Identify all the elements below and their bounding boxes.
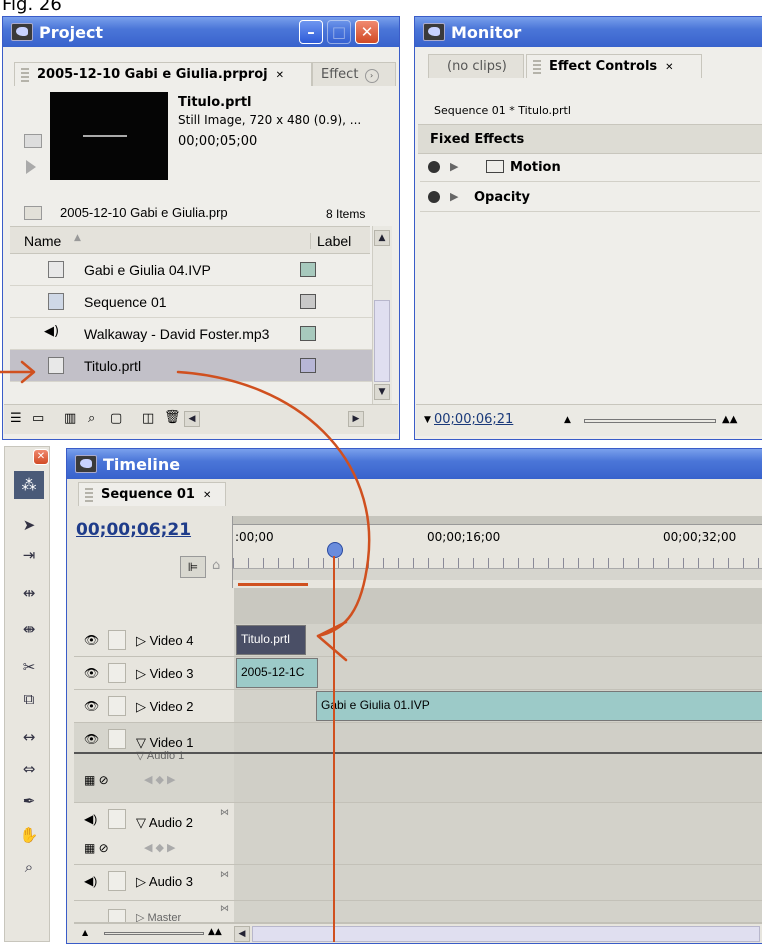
annotation-curve-arrow xyxy=(176,370,371,638)
annotation-arrowhead-curve xyxy=(316,620,348,662)
annotation-overlay xyxy=(0,360,371,662)
